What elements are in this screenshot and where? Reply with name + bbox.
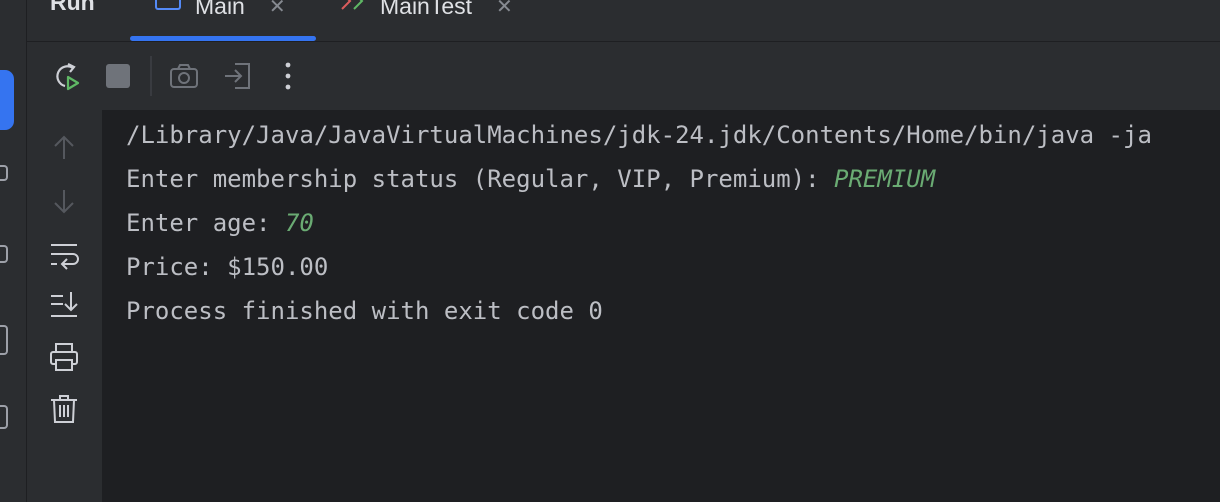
toolbar-separator	[150, 56, 152, 96]
stop-icon	[101, 59, 135, 93]
rerun-button[interactable]	[49, 59, 83, 93]
console-user-input: PREMIUM	[834, 165, 936, 193]
arrow-down-icon	[47, 184, 81, 218]
scroll-to-end-icon	[47, 288, 81, 322]
strip-tool-icon[interactable]	[0, 245, 8, 263]
print-button[interactable]	[47, 340, 81, 374]
run-tool-window: Run Main ✕ MainTest ✕ /Library/Java/Java…	[0, 0, 1220, 502]
active-tab-indicator	[130, 36, 316, 41]
soft-wrap-icon	[47, 237, 81, 271]
tab-label: Main	[195, 0, 245, 19]
arrow-up-icon	[47, 131, 81, 165]
console-prompt: Enter age:	[126, 209, 285, 237]
console-prompt: Enter membership status (Regular, VIP, P…	[126, 165, 835, 193]
application-config-icon	[155, 0, 181, 10]
tool-window-title: Run	[50, 0, 95, 15]
active-tool-window-indicator[interactable]	[0, 70, 14, 130]
console-output-line: Price: $150.00	[126, 253, 329, 281]
next-occurrence-button[interactable]	[47, 184, 81, 218]
console-command-line: /Library/Java/JavaVirtualMachines/jdk-24…	[126, 121, 1152, 149]
strip-tool-icon[interactable]	[0, 325, 8, 355]
console-side-toolbar	[27, 110, 102, 502]
previous-occurrence-button[interactable]	[47, 131, 81, 165]
console-output[interactable]: /Library/Java/JavaVirtualMachines/jdk-24…	[103, 110, 1220, 502]
close-icon[interactable]: ✕	[496, 0, 513, 19]
test-config-icon	[340, 0, 366, 11]
scroll-to-end-button[interactable]	[47, 288, 81, 322]
more-icon	[271, 59, 305, 93]
console-user-input: 70	[284, 209, 314, 237]
clear-all-button[interactable]	[47, 392, 81, 426]
attach-icon	[221, 59, 255, 93]
attach-debugger-button[interactable]	[221, 59, 255, 93]
strip-tool-icon[interactable]	[0, 165, 8, 181]
soft-wrap-button[interactable]	[47, 237, 81, 271]
console-exit-line: Process finished with exit code 0	[126, 297, 603, 325]
tab-maintest[interactable]: MainTest ✕	[340, 0, 513, 21]
trash-icon	[47, 392, 81, 426]
run-tab-bar: Run Main ✕ MainTest ✕	[27, 0, 1220, 42]
console-line: Enter membership status (Regular, VIP, P…	[126, 164, 935, 194]
print-icon	[47, 340, 81, 374]
dump-threads-button[interactable]	[167, 59, 201, 93]
camera-icon	[167, 59, 201, 93]
console-line: Enter age: 70	[126, 208, 314, 238]
tab-main[interactable]: Main ✕	[155, 0, 286, 21]
tool-window-strip	[0, 0, 27, 502]
stop-button[interactable]	[101, 59, 135, 93]
tab-label: MainTest	[380, 0, 473, 19]
run-toolbar	[27, 42, 1220, 110]
strip-tool-icon[interactable]	[0, 405, 8, 429]
close-icon[interactable]: ✕	[269, 0, 286, 19]
rerun-icon	[49, 59, 83, 93]
more-actions-button[interactable]	[271, 59, 305, 93]
